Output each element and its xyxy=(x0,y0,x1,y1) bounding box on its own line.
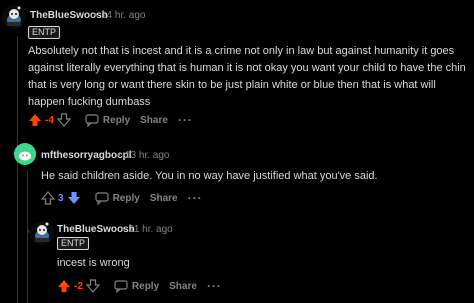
avatar[interactable] xyxy=(30,221,54,245)
vote-score: -4 xyxy=(45,114,54,126)
separator-dot: • xyxy=(121,224,125,235)
comment-actions: 3 Reply Share ··· xyxy=(40,189,203,207)
downvote-icon[interactable] xyxy=(85,279,101,293)
downvote-icon[interactable] xyxy=(67,191,81,205)
user-flair: ENTP xyxy=(28,26,61,39)
snoo-avatar-icon xyxy=(2,5,26,29)
downvote-icon[interactable] xyxy=(56,113,72,127)
share-button[interactable]: Share xyxy=(140,115,168,126)
user-flair: ENTP xyxy=(57,237,90,250)
avatar[interactable] xyxy=(14,143,36,165)
more-options-button[interactable]: ··· xyxy=(207,279,222,293)
upvote-icon[interactable] xyxy=(28,113,42,127)
more-options-button[interactable]: ··· xyxy=(188,191,203,205)
separator-dot: • xyxy=(117,150,121,161)
reply-label: Reply xyxy=(102,114,131,126)
timestamp[interactable]: 14 hr. ago xyxy=(101,10,145,21)
share-button[interactable]: Share xyxy=(169,281,197,292)
share-button[interactable]: Share xyxy=(150,193,178,204)
comment-body: He said children aside. You in no way ha… xyxy=(41,170,378,182)
timestamp[interactable]: 13 hr. ago xyxy=(125,150,169,161)
comment-actions: -2 Reply Share ··· xyxy=(57,277,222,295)
separator-dot: • xyxy=(94,10,98,21)
vote-score: -2 xyxy=(74,280,83,292)
vote-score: 3 xyxy=(58,192,64,204)
snoo-avatar-icon xyxy=(30,221,54,245)
comment-bubble-icon xyxy=(85,114,99,127)
reply-label: Reply xyxy=(131,280,160,292)
reply-button[interactable]: Reply xyxy=(114,279,159,293)
comment-bubble-icon xyxy=(114,280,128,293)
timestamp[interactable]: 11 hr. ago xyxy=(129,224,173,235)
thread-line-1[interactable] xyxy=(17,36,18,303)
upvote-icon[interactable] xyxy=(40,191,56,205)
comment-body: Absolutely not that is incest and it is … xyxy=(28,45,466,108)
avatar[interactable] xyxy=(2,5,26,29)
comment-actions: -4 Reply Share ··· xyxy=(28,111,193,129)
default-avatar-icon xyxy=(14,143,36,165)
comment-bubble-icon xyxy=(94,192,109,205)
reply-button[interactable]: Reply xyxy=(94,191,140,205)
comment-body: incest is wrong xyxy=(57,257,130,269)
more-options-button[interactable]: ··· xyxy=(178,113,193,127)
upvote-icon[interactable] xyxy=(57,279,71,293)
reply-button[interactable]: Reply xyxy=(85,113,130,127)
reply-label: Reply xyxy=(112,192,140,204)
